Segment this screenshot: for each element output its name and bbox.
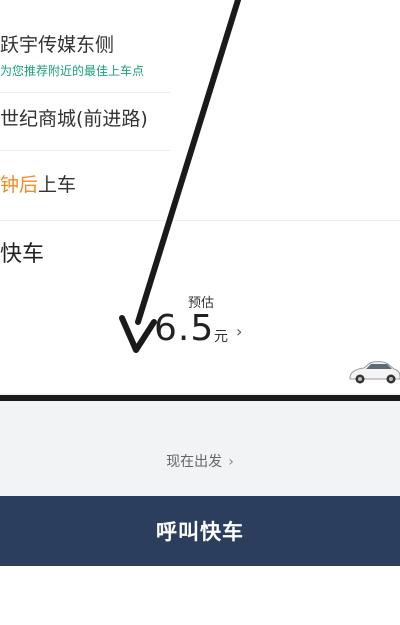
address-divider [0,92,170,93]
chevron-right-icon: › [228,454,234,470]
departure-time-row[interactable]: 钟后上车 [0,170,76,197]
order-card: 跃宇传媒东侧 为您推荐附近的最佳上车点 世纪商城(前进路) 钟后上车 快车 预估… [0,0,400,393]
depart-now-label: 现在出发 [166,454,223,470]
bottom-blank-area [0,566,400,625]
price-detail-chevron-icon[interactable]: › [236,322,242,341]
destination-address[interactable]: 世纪商城(前进路) [0,104,148,131]
departure-time-suffix: 上车 [38,174,77,196]
pickup-address[interactable]: 跃宇传媒东侧 [0,30,114,57]
car-icon [349,361,400,384]
departure-time-highlight: 钟后 [0,174,39,196]
estimated-price[interactable]: 6.5 [154,308,214,349]
car-type-label[interactable]: 快车 [0,236,44,268]
annotation-bar [0,395,400,401]
pickup-hint: 为您推荐附近的最佳上车点 [0,64,145,78]
depart-now-row[interactable]: 现在出发 › [0,451,400,471]
price-unit: 元 [214,329,228,345]
call-car-button[interactable]: 呼叫快车 [0,496,400,566]
time-divider [0,150,170,151]
